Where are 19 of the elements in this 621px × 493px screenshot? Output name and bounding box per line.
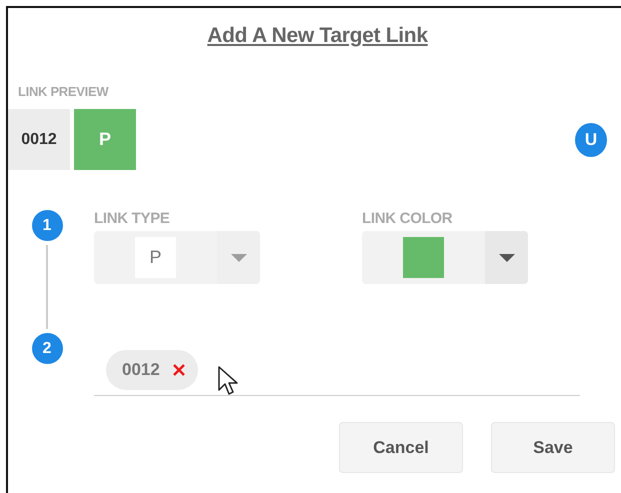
remove-icon[interactable] [172, 363, 186, 377]
dialog-title: Add A New Target Link [207, 24, 428, 47]
mouse-cursor-icon [218, 366, 240, 396]
step-number: 2 [32, 333, 62, 364]
chip-label: 0012 [122, 360, 160, 380]
link-type-tile: P [74, 109, 136, 170]
chip-input-field[interactable]: 0012 [94, 344, 580, 396]
dropdown-caret-icon [498, 254, 514, 262]
link-code: 0012 [8, 109, 70, 170]
field-label: LINK TYPE [94, 210, 171, 227]
section-label: LINK PREVIEW [18, 84, 110, 99]
dialog-button[interactable]: Save [491, 422, 615, 473]
dropdown-caret-icon [230, 254, 246, 262]
dialog-button[interactable]: Cancel [339, 422, 463, 473]
select-value: P [135, 237, 176, 278]
user-badge: U [575, 122, 607, 156]
link-color-select[interactable] [362, 231, 528, 284]
field-label: LINK COLOR [362, 210, 454, 227]
step-number: 1 [32, 210, 62, 241]
